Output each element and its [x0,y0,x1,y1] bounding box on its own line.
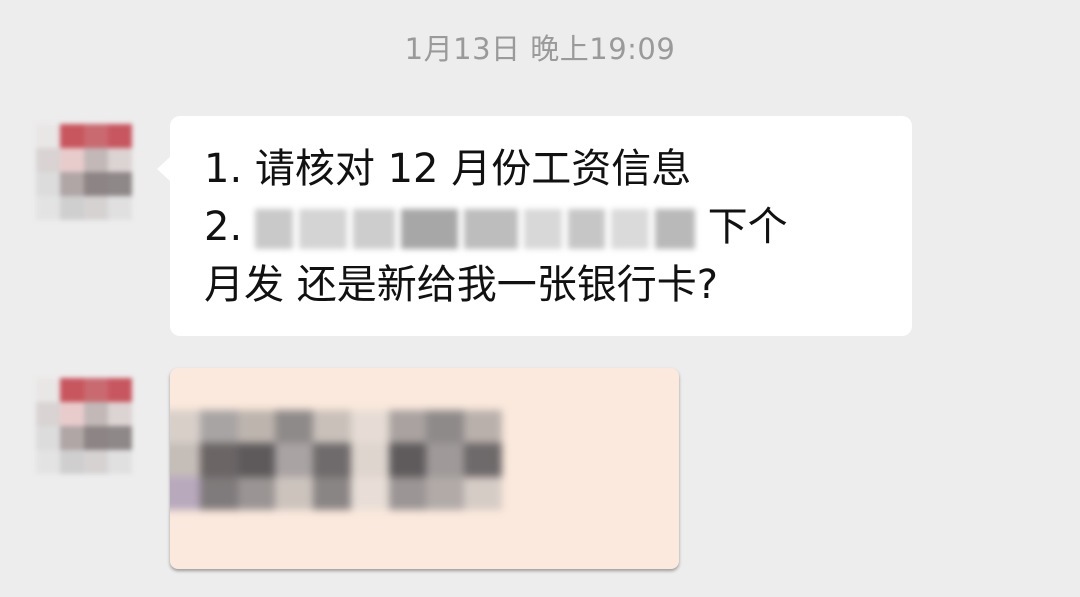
avatar-pixel [36,124,60,148]
avatar-pixel [108,124,132,148]
avatar-pixel [108,148,132,172]
message-line-2: 2. 下个 [204,198,884,256]
avatar-pixel [60,148,84,172]
avatar-pixel [36,450,60,474]
image-pixel [313,443,351,477]
image-pixel [350,443,389,477]
image-pixel [388,443,427,477]
avatar-pixel [84,148,108,172]
avatar-pixel [60,378,84,402]
avatar-pixel [108,450,132,474]
avatar-pixel [108,402,132,426]
avatar-pixel [60,124,84,148]
image-pixel [199,443,238,477]
image-pixel [237,410,276,444]
avatar-pixel [36,148,60,172]
redacted-image [170,410,502,510]
image-pixel [426,443,465,477]
image-pixel [170,476,200,510]
image-pixel [313,476,351,510]
avatar-pixel [60,450,84,474]
avatar-pixel [36,196,60,220]
message-line-2-prefix: 2. [204,204,243,250]
avatar-pixel [84,426,108,450]
avatar-pixel [84,402,108,426]
avatar-pixel [108,196,132,220]
avatar-pixel [84,196,108,220]
sender-avatar[interactable] [36,124,132,220]
avatar-pixel [36,172,60,196]
message-line-2-suffix: 下个 [707,204,788,250]
avatar-pixel [108,426,132,450]
avatar-pixel [108,378,132,402]
avatar-pixel [84,378,108,402]
image-pixel [426,476,465,510]
image-pixel [388,476,427,510]
text-message-bubble[interactable]: 1. 请核对 12 月份工资信息 2. 下个 月发 还是新给我一张银行卡? [157,116,912,336]
avatar-pixel [60,172,84,196]
message-line-3: 月发 还是新给我一张银行卡? [204,262,718,308]
avatar-pixel [60,402,84,426]
chat-timestamp: 1月13日 晚上19:09 [404,32,676,66]
image-message-bubble[interactable] [170,368,679,569]
image-pixel [170,410,200,444]
image-pixel [464,476,502,510]
avatar-pixel [84,172,108,196]
image-pixel [464,443,502,477]
avatar-pixel [60,196,84,220]
avatar-pixel [36,378,60,402]
image-pixel [350,410,389,444]
image-pixel [426,410,465,444]
avatar-pixel [84,450,108,474]
image-pixel [275,443,314,477]
image-pixel [388,410,427,444]
image-pixel [275,410,314,444]
image-pixel [237,476,276,510]
image-pixel [237,443,276,477]
image-pixel [170,443,200,477]
avatar-pixel [36,402,60,426]
image-pixel [313,410,351,444]
avatar-pixel [108,172,132,196]
image-pixel [199,410,238,444]
sender-avatar[interactable] [36,378,132,474]
image-pixel [464,410,502,444]
redacted-text [254,205,695,253]
avatar-pixel [60,426,84,450]
image-pixel [275,476,314,510]
avatar-pixel [36,426,60,450]
avatar-pixel [84,124,108,148]
image-pixel [350,476,389,510]
message-line-1: 1. 请核对 12 月份工资信息 [204,146,692,192]
image-pixel [199,476,238,510]
